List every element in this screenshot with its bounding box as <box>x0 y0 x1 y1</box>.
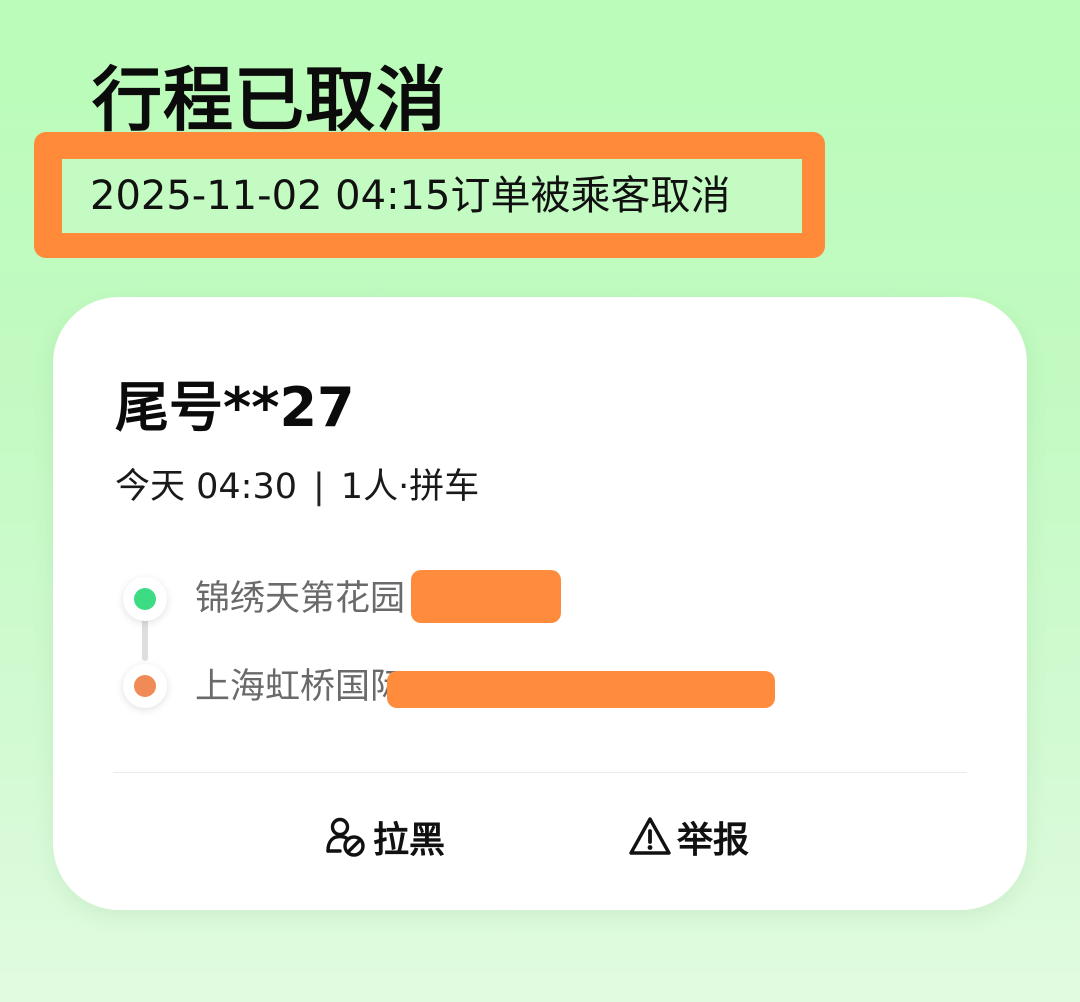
report-button[interactable]: 举报 <box>627 802 749 872</box>
cancel-info-text: 2025-11-02 04:15订单被乘客取消 <box>90 173 731 219</box>
origin-redaction <box>411 570 561 623</box>
trip-time: 今天 04:30 <box>115 467 297 507</box>
origin-marker <box>123 577 167 621</box>
route-connector <box>142 617 148 661</box>
destination-address: 上海虹桥国际 <box>195 667 406 707</box>
page-title: 行程已取消 <box>92 59 447 141</box>
meta-separator: | <box>313 467 325 507</box>
destination-dot <box>134 675 156 697</box>
warning-icon <box>629 817 671 855</box>
origin-address: 锦绣天第花园 <box>195 579 406 619</box>
block-button[interactable]: 拉黑 <box>323 802 445 872</box>
card-divider <box>113 772 967 773</box>
trip-details: 1人·拼车 <box>340 467 480 507</box>
block-label: 拉黑 <box>373 820 446 861</box>
trip-meta: 今天 04:30 | 1人·拼车 <box>115 465 479 509</box>
block-user-icon <box>326 817 365 857</box>
destination-redaction <box>387 671 775 708</box>
origin-dot <box>134 588 156 610</box>
passenger-name: 尾号**27 <box>115 376 355 439</box>
cancel-info-box: 2025-11-02 04:15订单被乘客取消 <box>62 159 802 233</box>
trip-card: 尾号**27 今天 04:30 | 1人·拼车 锦绣天第花园 上海虹桥国际 拉黑 举… <box>53 297 1027 910</box>
cancel-info-highlight: 2025-11-02 04:15订单被乘客取消 <box>34 132 825 258</box>
report-label: 举报 <box>677 820 750 861</box>
destination-marker <box>123 664 167 708</box>
